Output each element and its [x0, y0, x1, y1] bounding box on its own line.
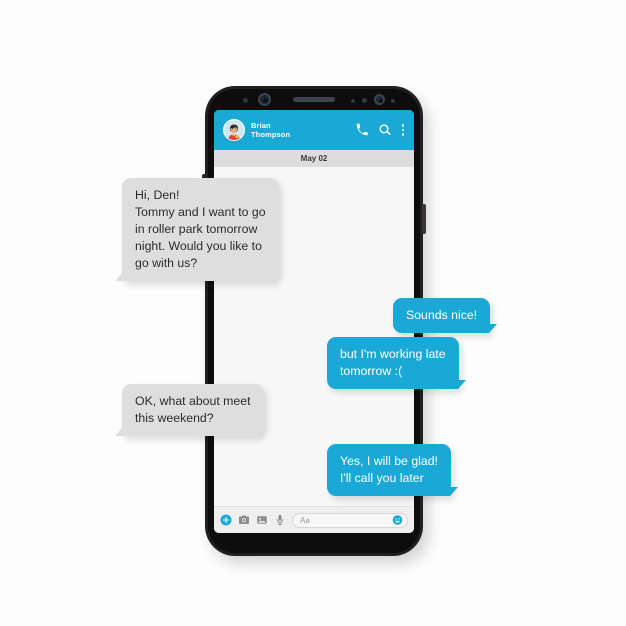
- message-line: in roller park tomorrow: [135, 222, 258, 236]
- header-actions: [355, 123, 405, 137]
- message-line: I'll call you later: [340, 471, 424, 485]
- contact-name[interactable]: Brian Thompson: [251, 121, 290, 139]
- message-line: this weekend?: [135, 411, 214, 425]
- sensor-dot-icon: [351, 99, 355, 103]
- camera-lens-inner: [263, 98, 268, 103]
- chat-header: Brian Thompson: [214, 110, 414, 150]
- message-line: Hi, Den!: [135, 188, 180, 202]
- secondary-camera-icon: [374, 94, 385, 105]
- phone-handset-icon[interactable]: [355, 123, 369, 137]
- message-text-input[interactable]: Aa: [292, 512, 408, 528]
- contact-last-name: Thompson: [251, 130, 291, 139]
- illustration-canvas: Brian Thompson May 02 Aa Hi, Den! Tommy …: [0, 0, 626, 626]
- front-camera-icon: [258, 93, 271, 106]
- message-bubble-outgoing[interactable]: Yes, I will be glad! I'll call you later: [327, 444, 458, 496]
- light-sensor-icon: [362, 98, 367, 103]
- message-line: night. Would you like to: [135, 239, 262, 253]
- smiley-icon[interactable]: [392, 515, 403, 526]
- message-line: OK, what about meet: [135, 394, 251, 408]
- magnifier-icon[interactable]: [378, 123, 392, 137]
- dot-2: [401, 128, 405, 132]
- dot-1: [401, 124, 405, 127]
- date-label: May 02: [300, 154, 328, 163]
- power-button[interactable]: [422, 204, 426, 234]
- plus-circle-icon[interactable]: [220, 514, 232, 526]
- proximity-sensor-icon: [243, 98, 248, 103]
- message-bubble-outgoing[interactable]: but I'm working late tomorrow :(: [327, 337, 466, 389]
- microphone-icon[interactable]: [274, 514, 286, 526]
- dot-3: [401, 133, 405, 136]
- camera-lens-inner-2: [378, 98, 383, 103]
- message-bubble-outgoing[interactable]: Sounds nice!: [393, 298, 498, 333]
- vertical-dots-icon[interactable]: [401, 123, 405, 137]
- message-bubble-incoming[interactable]: Hi, Den! Tommy and I want to go in rolle…: [115, 178, 279, 281]
- message-line: but I'm working late: [340, 347, 446, 361]
- image-icon[interactable]: [256, 514, 268, 526]
- message-line: Yes, I will be glad!: [340, 454, 438, 468]
- message-line: tomorrow :(: [340, 364, 403, 378]
- message-line: go with us?: [135, 256, 198, 270]
- date-divider: May 02: [214, 150, 414, 167]
- camera-icon[interactable]: [238, 514, 250, 526]
- message-bubble-incoming[interactable]: OK, what about meet this weekend?: [115, 384, 264, 436]
- message-input-bar: Aa: [214, 506, 414, 533]
- message-input-placeholder: Aa: [300, 515, 310, 525]
- avatar[interactable]: [223, 119, 245, 141]
- sensor-dot-icon-2: [391, 99, 395, 103]
- message-line: Tommy and I want to go: [135, 205, 266, 219]
- earpiece-speaker-icon: [293, 97, 335, 102]
- message-line: Sounds nice!: [406, 308, 478, 322]
- contact-first-name: Brian: [251, 121, 271, 130]
